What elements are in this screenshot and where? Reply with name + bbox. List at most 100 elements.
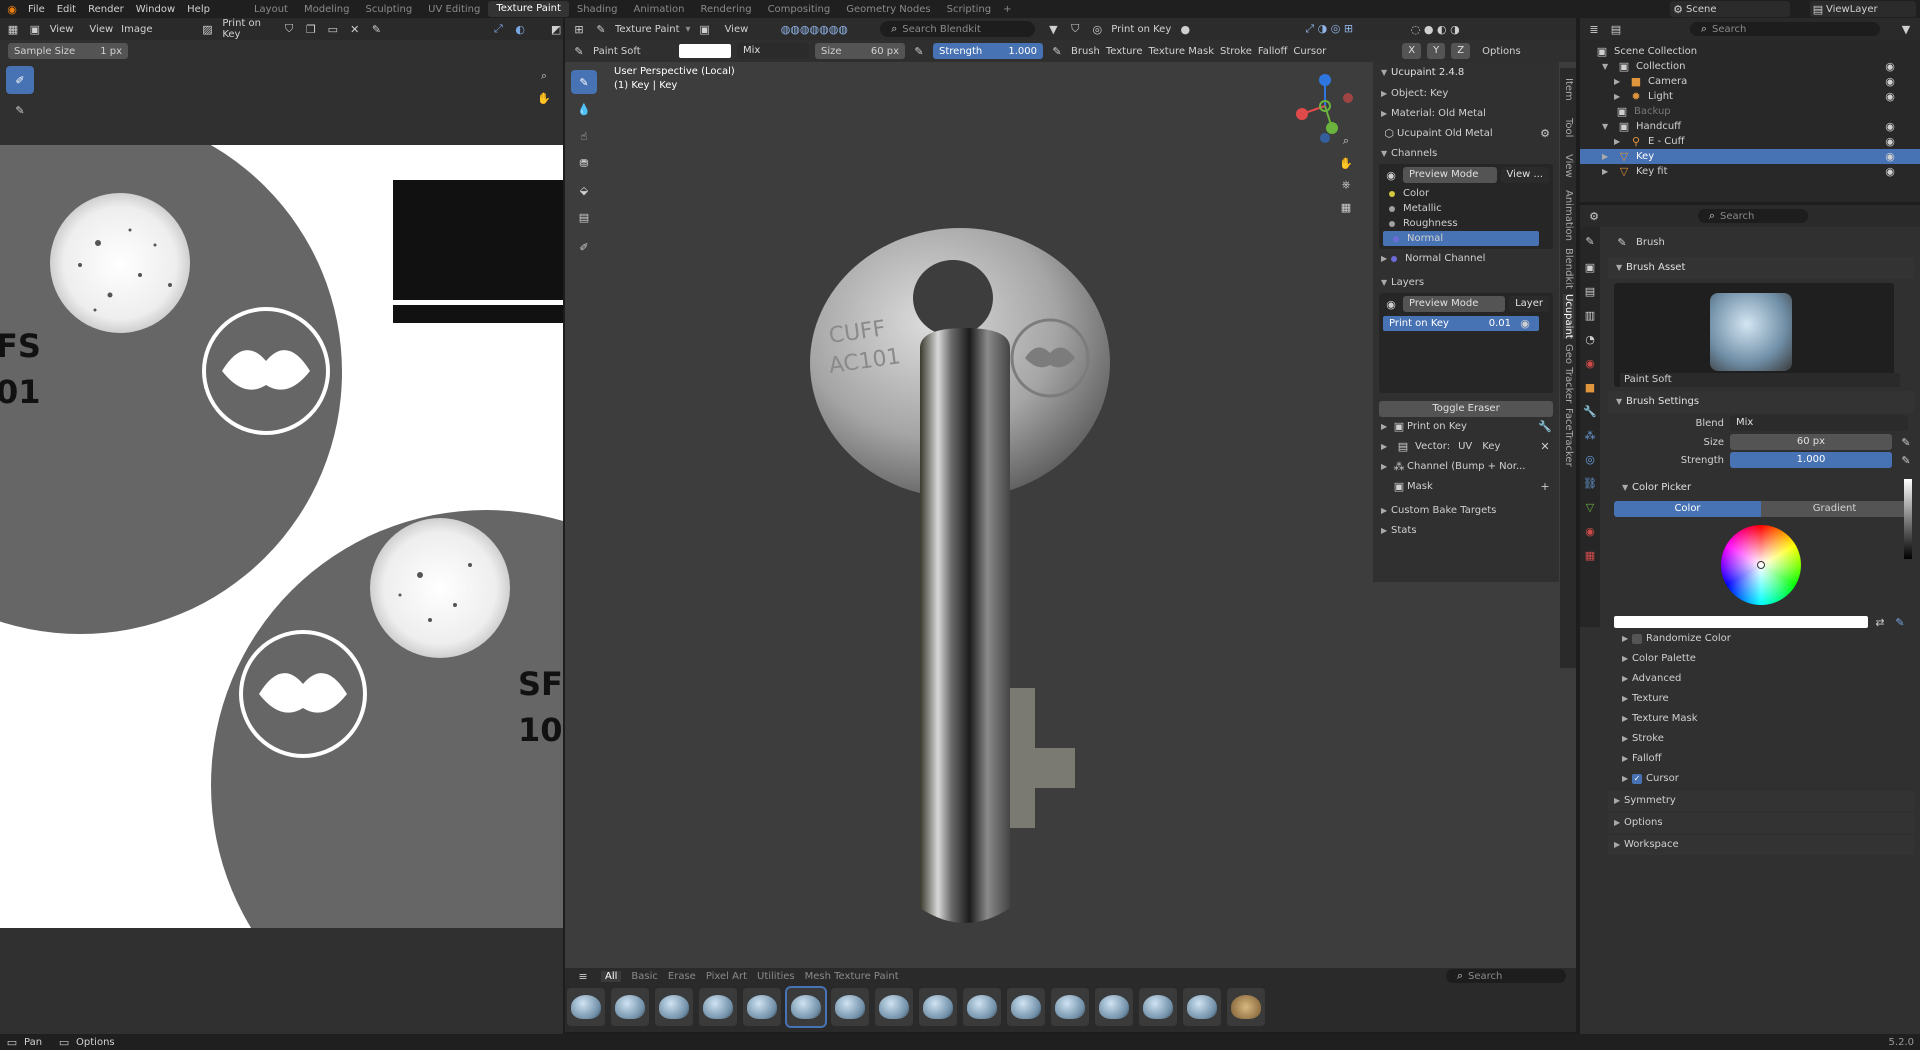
side-tab-ucupaint[interactable]: Ucupaint bbox=[1563, 294, 1574, 339]
layer-opacity[interactable]: 0.01 bbox=[1489, 318, 1511, 329]
eye-icon[interactable]: ◉ bbox=[1882, 134, 1898, 150]
display-channels-icon[interactable]: ◩ bbox=[549, 21, 563, 37]
mask-row[interactable]: ▣ Mask + bbox=[1373, 477, 1559, 497]
brush-thumb[interactable] bbox=[875, 988, 913, 1026]
tab-rendering[interactable]: Rendering bbox=[692, 4, 759, 15]
key-model[interactable]: CUFF AC101 bbox=[810, 228, 1110, 948]
eye-icon[interactable]: ◉ bbox=[1383, 167, 1399, 183]
channel-roughness[interactable]: Roughness bbox=[1379, 216, 1553, 231]
eye-icon[interactable]: ◉ bbox=[1882, 119, 1898, 135]
pressure-icon[interactable]: ✎ bbox=[1898, 452, 1914, 468]
eye-icon[interactable]: ◉ bbox=[1882, 149, 1898, 165]
eye-icon[interactable]: ◉ bbox=[1517, 316, 1533, 332]
object-row[interactable]: ▶ Object: Key bbox=[1373, 84, 1559, 104]
brush-asset-panel-header[interactable]: ▼ Brush Asset bbox=[1608, 257, 1914, 279]
options-row[interactable]: ▶ Options bbox=[1608, 813, 1914, 833]
swap-color-icon[interactable]: ⇄ bbox=[1872, 614, 1888, 630]
view-layer-tab-icon[interactable]: ▥ bbox=[1582, 307, 1598, 323]
brush-thumb[interactable] bbox=[743, 988, 781, 1026]
menu-cursor[interactable]: Cursor bbox=[1293, 46, 1326, 57]
layers-header[interactable]: ▼ Layers bbox=[1373, 273, 1559, 293]
menu-stroke[interactable]: Stroke bbox=[1220, 46, 1252, 57]
texture-row[interactable]: ▶ Texture bbox=[1608, 689, 1914, 709]
side-tab-item[interactable]: Item bbox=[1563, 78, 1574, 101]
color-wheel[interactable] bbox=[1721, 525, 1801, 605]
hand-pan-icon[interactable]: ✋ bbox=[536, 90, 552, 106]
outliner-row-e-cuff[interactable]: ▶ ⚲ E - Cuff ◉ bbox=[1580, 134, 1920, 149]
add-icon[interactable]: + bbox=[1537, 479, 1553, 495]
scene-selector[interactable]: ⚙ Scene bbox=[1670, 1, 1790, 17]
side-tab-blendkit[interactable]: Blendkit bbox=[1563, 248, 1574, 289]
brush-thumb[interactable] bbox=[1051, 988, 1089, 1026]
normal-channel-row[interactable]: ▶ Normal Channel bbox=[1373, 249, 1559, 269]
side-tab-view[interactable]: View bbox=[1563, 154, 1574, 178]
eye-icon[interactable]: ◉ bbox=[1882, 164, 1898, 180]
tab-modeling[interactable]: Modeling bbox=[296, 4, 358, 15]
tab-compositing[interactable]: Compositing bbox=[760, 4, 839, 15]
menu-texture-mask[interactable]: Texture Mask bbox=[1148, 46, 1214, 57]
filter-icon[interactable]: ▼ bbox=[1045, 21, 1061, 37]
print-prop-row[interactable]: ▶ ▣ Print on Key 🔧 bbox=[1373, 417, 1559, 437]
color-swatch[interactable] bbox=[679, 44, 731, 58]
brush-settings-panel-header[interactable]: ▼ Brush Settings bbox=[1608, 391, 1914, 413]
data-tab-icon[interactable]: ▽ bbox=[1582, 499, 1598, 515]
outliner-row-key-fit[interactable]: ▶ ▽ Key fit ◉ bbox=[1580, 164, 1920, 179]
ortho-toggle-icon[interactable]: ▦ bbox=[1338, 199, 1354, 215]
channel-metallic[interactable]: Metallic bbox=[1379, 201, 1553, 216]
camera-view-icon[interactable]: ⎈ bbox=[1338, 177, 1354, 193]
gradient-tab[interactable]: Gradient bbox=[1761, 501, 1908, 517]
blendkit-search[interactable]: ⌕ Search Blendkit bbox=[880, 21, 1036, 37]
close-icon[interactable]: ✕ bbox=[1537, 439, 1553, 455]
viewport-3d[interactable]: ⊞ ✎ Texture Paint ▾ ▣ View ◍◍◍◍◍◍◍ ⌕ Sea… bbox=[565, 18, 1576, 984]
pressure-icon[interactable]: ✎ bbox=[911, 43, 927, 59]
stroke-row[interactable]: ▶ Stroke bbox=[1608, 729, 1914, 749]
workspace-row[interactable]: ▶ Workspace bbox=[1608, 835, 1914, 855]
display-mode-icon[interactable]: ▤ bbox=[1608, 21, 1624, 37]
sample-tool-icon[interactable]: ✐ bbox=[6, 66, 34, 94]
symmetry-row[interactable]: ▶ Symmetry bbox=[1608, 791, 1914, 811]
advanced-row[interactable]: ▶ Advanced bbox=[1608, 669, 1914, 689]
view-dropdown[interactable]: View ... bbox=[1500, 167, 1549, 183]
brush-thumb[interactable] bbox=[963, 988, 1001, 1026]
tab-geometry-nodes[interactable]: Geometry Nodes bbox=[838, 4, 938, 15]
image-name[interactable]: Print on Key bbox=[222, 18, 274, 40]
add-workspace-icon[interactable]: + bbox=[999, 4, 1015, 15]
strength-slider[interactable]: 1.000 bbox=[1730, 452, 1892, 468]
brush-thumb[interactable] bbox=[567, 988, 605, 1026]
zoom-icon[interactable]: ⌕ bbox=[536, 68, 552, 84]
dot-icon[interactable]: ● bbox=[1177, 21, 1193, 37]
brush-thumb[interactable] bbox=[1095, 988, 1133, 1026]
properties-editor-icon[interactable]: ⚙ bbox=[1586, 208, 1602, 224]
layer-preview-mode-button[interactable]: Preview Mode bbox=[1403, 296, 1506, 312]
folder-icon[interactable]: ▭ bbox=[326, 21, 340, 37]
render-tab-icon[interactable]: ▣ bbox=[1582, 259, 1598, 275]
menu-falloff[interactable]: Falloff bbox=[1258, 46, 1288, 57]
outliner-row-key[interactable]: ▶ ▽ Key ◉ bbox=[1580, 149, 1920, 164]
tab-layout[interactable]: Layout bbox=[246, 4, 296, 15]
side-tab-geo-tracker[interactable]: Geo Tracker bbox=[1563, 344, 1574, 403]
blender-logo-icon[interactable]: ◉ bbox=[4, 1, 20, 17]
menu-image[interactable]: Image bbox=[121, 24, 152, 35]
tab-sculpting[interactable]: Sculpting bbox=[357, 4, 420, 15]
axis-y[interactable]: Y bbox=[1427, 43, 1446, 59]
outliner-editor-icon[interactable]: ≣ bbox=[1586, 21, 1602, 37]
annotate-3d-tool-icon[interactable]: ✐ bbox=[571, 235, 597, 259]
randomize-color-row[interactable]: ▶ Randomize Color bbox=[1608, 629, 1914, 649]
channels-header[interactable]: ▼ Channels bbox=[1373, 144, 1559, 164]
brush-thumb[interactable] bbox=[655, 988, 693, 1026]
brush-thumb[interactable] bbox=[699, 988, 737, 1026]
brush-thumb[interactable] bbox=[1227, 988, 1265, 1026]
tab-texture-paint[interactable]: Texture Paint bbox=[488, 1, 569, 17]
overlay-icon[interactable]: ◐ bbox=[513, 21, 527, 37]
size-slider[interactable]: 60 px bbox=[1730, 434, 1892, 450]
editor-type-3d-icon[interactable]: ⊞ bbox=[571, 21, 587, 37]
blur-tool-icon[interactable]: 💧 bbox=[571, 97, 597, 121]
brush-tab-mesh-texture-paint[interactable]: Mesh Texture Paint bbox=[805, 971, 899, 982]
particles-tab-icon[interactable]: ⁂ bbox=[1582, 427, 1598, 443]
brush-search[interactable]: ⌕ Search bbox=[1446, 969, 1566, 983]
brush-tab-erase[interactable]: Erase bbox=[668, 971, 696, 982]
preview-mode-button[interactable]: Preview Mode bbox=[1403, 167, 1497, 183]
object-tab-icon[interactable]: ■ bbox=[1582, 379, 1598, 395]
pressure-icon[interactable]: ✎ bbox=[1898, 434, 1914, 450]
strength-field[interactable]: Strength 1.000 bbox=[933, 43, 1043, 59]
